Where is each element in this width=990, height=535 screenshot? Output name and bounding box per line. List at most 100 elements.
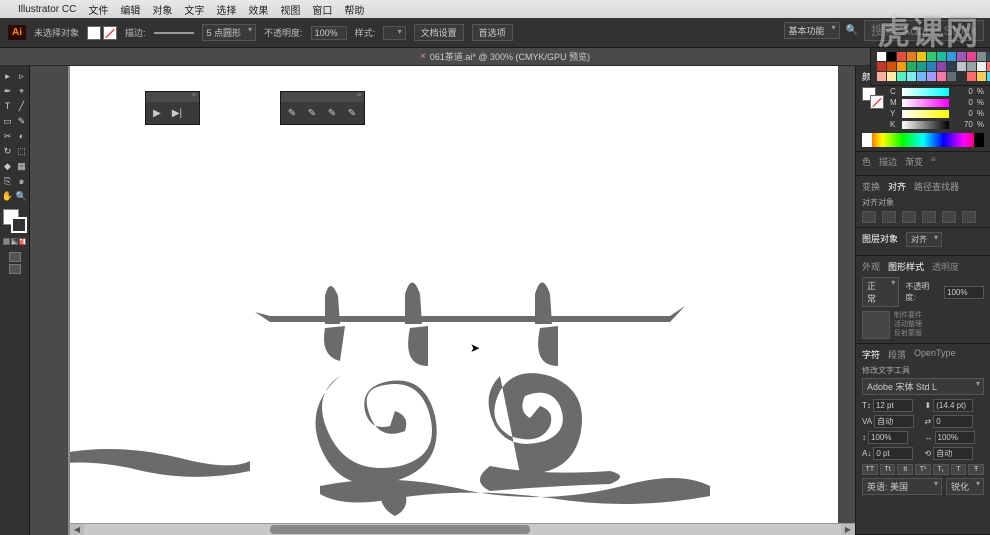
tab-appearance[interactable]: 外观	[862, 260, 880, 273]
blend-mode-dropdown[interactable]: 正常	[862, 277, 899, 307]
stroke-swatch[interactable]	[870, 95, 884, 109]
selection-tool[interactable]: ▸	[2, 70, 14, 82]
scissors-tool[interactable]: ✂	[2, 130, 14, 142]
scroll-left-button[interactable]: ◀	[70, 524, 84, 535]
tab-stroke[interactable]: 描边	[879, 155, 897, 168]
swatch-cell[interactable]	[967, 52, 976, 61]
artboard[interactable]: ➤	[70, 66, 838, 535]
document-setup-button[interactable]: 文档设置	[414, 24, 464, 41]
floating-panel-2[interactable]: ≡ ✎ ✎ ✎ ✎	[280, 91, 365, 125]
pen-tool[interactable]: ✒	[2, 85, 14, 97]
rotate-tool[interactable]: ◐	[16, 130, 28, 142]
align-top-icon[interactable]	[922, 211, 936, 223]
language-dropdown[interactable]: 英语: 美国	[862, 478, 942, 495]
floating-panel-1[interactable]: ≡ ▶ ▶|	[145, 91, 200, 125]
tracking-input[interactable]	[933, 415, 973, 428]
preferences-button[interactable]: 首选项	[472, 24, 513, 41]
stroke-profile-dropdown[interactable]: 5 点圆形	[202, 24, 257, 41]
tab-opentype[interactable]: OpenType	[914, 348, 956, 361]
swatch-cell[interactable]	[887, 72, 896, 81]
c-value[interactable]: 0	[953, 87, 973, 96]
tab-transform[interactable]: 变换	[862, 180, 880, 193]
y-value[interactable]: 0	[953, 109, 973, 118]
brush-icon[interactable]: ✎	[325, 106, 339, 120]
m-value[interactable]: 0	[953, 98, 973, 107]
superscript-button[interactable]: T¹	[915, 464, 931, 475]
color-mode-none[interactable]	[19, 238, 26, 245]
color-mode-solid[interactable]	[3, 238, 10, 245]
fill-stroke-swatches[interactable]	[87, 26, 117, 40]
caps-tt-button[interactable]: TT	[862, 464, 878, 475]
menu-type[interactable]: 文字	[184, 2, 204, 17]
brush-icon[interactable]: ✎	[285, 106, 299, 120]
k-slider[interactable]	[902, 121, 949, 129]
workspace-dropdown[interactable]: 基本功能	[784, 22, 840, 39]
document-tab[interactable]: × 061茶道.ai* @ 300% (CMYK/GPU 预览)	[420, 50, 590, 63]
swatch-cell[interactable]	[897, 52, 906, 61]
swatch-cell[interactable]	[907, 62, 916, 71]
mask-preview[interactable]	[862, 311, 890, 339]
underline-button[interactable]: T	[951, 464, 967, 475]
color-spectrum[interactable]	[862, 133, 984, 147]
stroke-preview-icon[interactable]	[154, 32, 194, 34]
align-right-icon[interactable]	[902, 211, 916, 223]
vscale-input[interactable]	[868, 431, 908, 444]
swatch-cell[interactable]	[957, 72, 966, 81]
swatch-cell[interactable]	[977, 52, 986, 61]
align-vcenter-icon[interactable]	[942, 211, 956, 223]
tab-gradient[interactable]: 渐变	[905, 155, 923, 168]
zoom-tool[interactable]: 🔍	[16, 190, 28, 202]
tab-layers[interactable]: 图层对象	[862, 232, 898, 247]
line-tool[interactable]: ╱	[16, 100, 28, 112]
tab-pathfinder[interactable]: 路径查找器	[914, 180, 959, 193]
screen-mode-normal[interactable]	[9, 252, 21, 262]
antialias-dropdown[interactable]: 锐化	[946, 478, 984, 495]
swatch-cell[interactable]	[887, 52, 896, 61]
swatch-cell[interactable]	[937, 62, 946, 71]
swatch-cell[interactable]	[937, 72, 946, 81]
tab-align[interactable]: 对齐	[888, 180, 906, 193]
brush-icon[interactable]: ✎	[345, 106, 359, 120]
panel-menu-icon[interactable]: ≡	[357, 92, 361, 102]
menu-effect[interactable]: 效果	[248, 2, 268, 17]
swatch-cell[interactable]	[887, 62, 896, 71]
paintbrush-tool[interactable]: ✎	[16, 115, 28, 127]
swatch-cell[interactable]	[947, 62, 956, 71]
swatch-cell[interactable]	[947, 72, 956, 81]
swatch-cell[interactable]	[877, 52, 886, 61]
swatch-cell[interactable]	[907, 72, 916, 81]
tab-character[interactable]: 字符	[862, 348, 880, 361]
y-slider[interactable]	[902, 110, 949, 118]
swatch-cell[interactable]	[897, 62, 906, 71]
font-family-dropdown[interactable]: Adobe 宋体 Std L	[862, 378, 984, 395]
align-bottom-icon[interactable]	[962, 211, 976, 223]
close-icon[interactable]: ×	[420, 51, 426, 62]
swatch-cell[interactable]	[957, 62, 966, 71]
swatch-cell[interactable]	[957, 52, 966, 61]
swatch-cell[interactable]	[877, 62, 886, 71]
fill-stroke-control[interactable]	[3, 209, 27, 233]
swatch-cell[interactable]	[927, 72, 936, 81]
swatch-cell[interactable]	[927, 62, 936, 71]
fill-swatch[interactable]	[87, 26, 101, 40]
font-size-input[interactable]	[873, 399, 913, 412]
adobe-stock-search-input[interactable]	[864, 20, 984, 41]
opacity-input[interactable]	[944, 286, 984, 299]
panel-menu-icon[interactable]: ≡	[192, 92, 196, 102]
play-icon[interactable]: ▶	[150, 106, 164, 120]
subscript-button[interactable]: T₁	[933, 464, 949, 475]
scroll-thumb[interactable]	[270, 525, 530, 534]
stroke-color-icon[interactable]	[11, 217, 27, 233]
hscale-input[interactable]	[935, 431, 975, 444]
baseline-input[interactable]	[873, 447, 913, 460]
swatch-cell[interactable]	[917, 62, 926, 71]
caps-low-button[interactable]: tt	[897, 464, 913, 475]
align-left-icon[interactable]	[862, 211, 876, 223]
opacity-input[interactable]	[311, 26, 347, 40]
swatch-cell[interactable]	[927, 52, 936, 61]
swatch-cell[interactable]	[967, 62, 976, 71]
swatch-cell[interactable]	[947, 52, 956, 61]
search-icon[interactable]: 🔍	[846, 25, 858, 36]
swatch-cell[interactable]	[877, 72, 886, 81]
app-name[interactable]: Illustrator CC	[18, 4, 76, 15]
